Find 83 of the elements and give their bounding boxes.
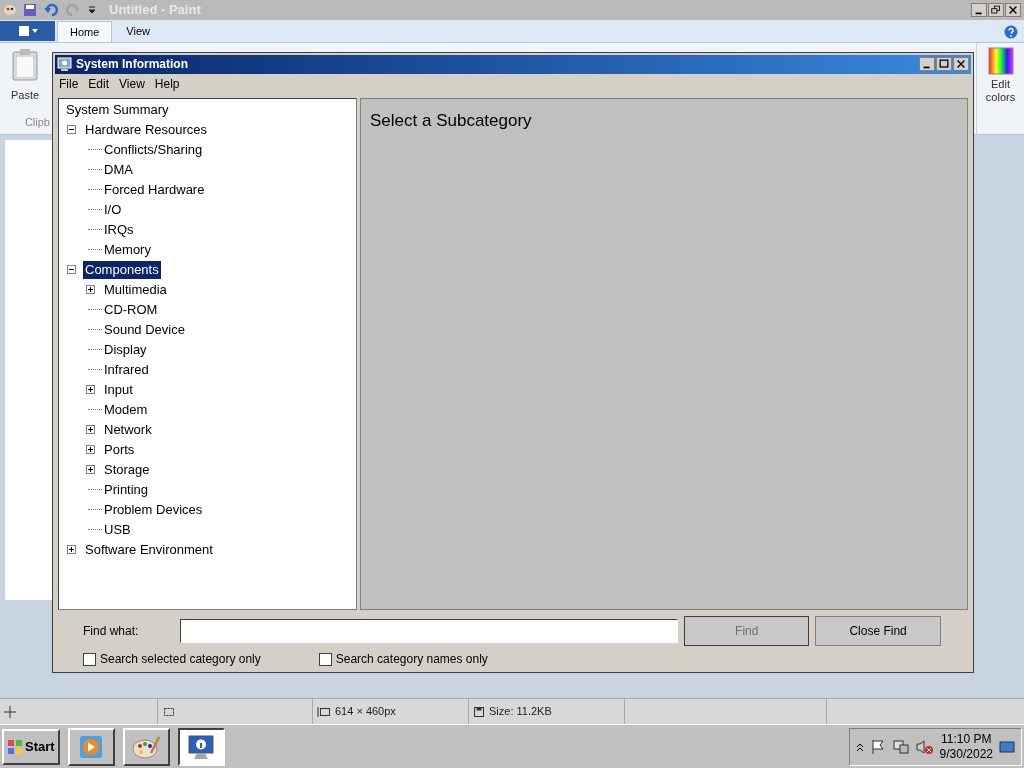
canvas-size-icon bbox=[317, 705, 331, 718]
tree-item[interactable]: Components bbox=[83, 260, 161, 279]
menu-item[interactable]: Edit bbox=[88, 74, 110, 93]
tree-item[interactable]: Conflicts/Sharing bbox=[102, 140, 205, 159]
monitor-icon bbox=[57, 56, 72, 72]
expand-icon[interactable] bbox=[86, 425, 95, 435]
tree-item[interactable]: Storage bbox=[102, 460, 152, 479]
undo-icon[interactable] bbox=[43, 3, 59, 17]
color-spectrum-icon[interactable] bbox=[987, 47, 1014, 75]
tree-item[interactable]: USB bbox=[102, 520, 133, 539]
tree-item[interactable]: Hardware Resources bbox=[83, 120, 210, 139]
tree-item[interactable]: Network bbox=[102, 420, 154, 439]
expand-icon[interactable] bbox=[86, 445, 95, 455]
monitor-icon bbox=[186, 732, 217, 761]
muted-speaker-icon[interactable] bbox=[915, 738, 934, 755]
flag-icon[interactable] bbox=[869, 738, 886, 755]
expand-icon[interactable] bbox=[67, 545, 76, 555]
tree-item[interactable]: Memory bbox=[102, 240, 153, 259]
restore-button[interactable] bbox=[988, 3, 1004, 17]
clipboard-icon[interactable] bbox=[11, 49, 39, 81]
start-button[interactable]: Start bbox=[2, 728, 60, 765]
detail-heading: Select a Subcategory bbox=[370, 110, 532, 130]
group-label: Clipb bbox=[24, 114, 50, 130]
expand-icon[interactable] bbox=[86, 465, 95, 475]
tree-item[interactable]: Input bbox=[102, 380, 135, 399]
help-icon[interactable] bbox=[1004, 25, 1018, 39]
tree-item[interactable]: System Summary bbox=[64, 100, 171, 119]
dropdown-icon[interactable] bbox=[87, 5, 97, 15]
clock-date[interactable]: 9/30/2022 bbox=[939, 746, 993, 762]
category-tree[interactable] bbox=[58, 97, 357, 611]
window-title: System Information bbox=[76, 56, 189, 74]
edit-colors-label[interactable]: Edit colors bbox=[980, 78, 1021, 104]
ribbon-tab[interactable]: View bbox=[114, 21, 162, 42]
tree-item[interactable]: Problem Devices bbox=[102, 500, 205, 519]
checkbox[interactable] bbox=[83, 652, 96, 666]
taskbar-button[interactable] bbox=[177, 727, 225, 766]
palette-icon[interactable] bbox=[3, 3, 17, 17]
tree-item[interactable]: Modem bbox=[102, 400, 150, 419]
menu-item[interactable]: Help bbox=[154, 74, 180, 93]
tree-item[interactable]: Printing bbox=[102, 480, 151, 499]
tree-item[interactable]: Ports bbox=[102, 440, 137, 459]
menu-item[interactable]: View bbox=[119, 74, 145, 93]
minimize-button[interactable] bbox=[971, 3, 987, 17]
move-icon bbox=[4, 705, 16, 718]
menu-item[interactable]: File bbox=[59, 74, 79, 93]
checkbox-label[interactable]: Search selected category only bbox=[100, 650, 261, 669]
tree-item[interactable]: DMA bbox=[102, 160, 135, 179]
checkbox-label[interactable]: Search category names only bbox=[335, 650, 488, 669]
tree-item[interactable]: Display bbox=[102, 340, 149, 359]
close-button[interactable] bbox=[1005, 3, 1021, 17]
ribbon-tab[interactable]: Home bbox=[57, 21, 113, 42]
close-find-button[interactable]: Close Find bbox=[815, 616, 941, 647]
app-menu-button[interactable] bbox=[0, 21, 55, 41]
find-field[interactable] bbox=[179, 619, 679, 644]
tree-item[interactable]: IRQs bbox=[102, 220, 136, 239]
save-icon bbox=[473, 705, 485, 718]
save-icon[interactable] bbox=[23, 3, 37, 17]
tree-item[interactable]: CD-ROM bbox=[102, 300, 160, 319]
tree-item[interactable]: Software Environment bbox=[83, 540, 215, 559]
minimize-button[interactable] bbox=[919, 57, 935, 72]
clock-time[interactable]: 11:10 PM bbox=[941, 731, 992, 747]
tree-item[interactable]: Infrared bbox=[102, 360, 151, 379]
selection-icon bbox=[162, 705, 175, 718]
windows-logo-icon bbox=[7, 738, 23, 755]
paste-label[interactable]: Paste bbox=[10, 87, 40, 104]
tree-item[interactable]: I/O bbox=[102, 200, 124, 219]
chevron-up-icon[interactable] bbox=[855, 741, 864, 752]
maximize-button[interactable] bbox=[936, 57, 952, 72]
canvas-size-text: 614 × 460px bbox=[335, 704, 396, 720]
expand-icon[interactable] bbox=[86, 285, 95, 295]
expand-icon[interactable] bbox=[86, 385, 95, 395]
tree-item[interactable]: Forced Hardware bbox=[102, 180, 207, 199]
collapse-icon[interactable] bbox=[67, 265, 76, 275]
menu-icon bbox=[16, 26, 39, 36]
file-size-text: Size: 11.2KB bbox=[489, 704, 552, 720]
checkbox[interactable] bbox=[318, 652, 332, 666]
close-button[interactable] bbox=[953, 57, 969, 72]
tree-item[interactable]: Sound Device bbox=[102, 320, 187, 339]
find-label: Find what: bbox=[83, 623, 140, 641]
network-icon[interactable] bbox=[891, 738, 910, 755]
tree-item[interactable]: Multimedia bbox=[102, 280, 169, 299]
show-desktop-icon[interactable] bbox=[999, 739, 1015, 754]
collapse-icon[interactable] bbox=[67, 125, 76, 135]
